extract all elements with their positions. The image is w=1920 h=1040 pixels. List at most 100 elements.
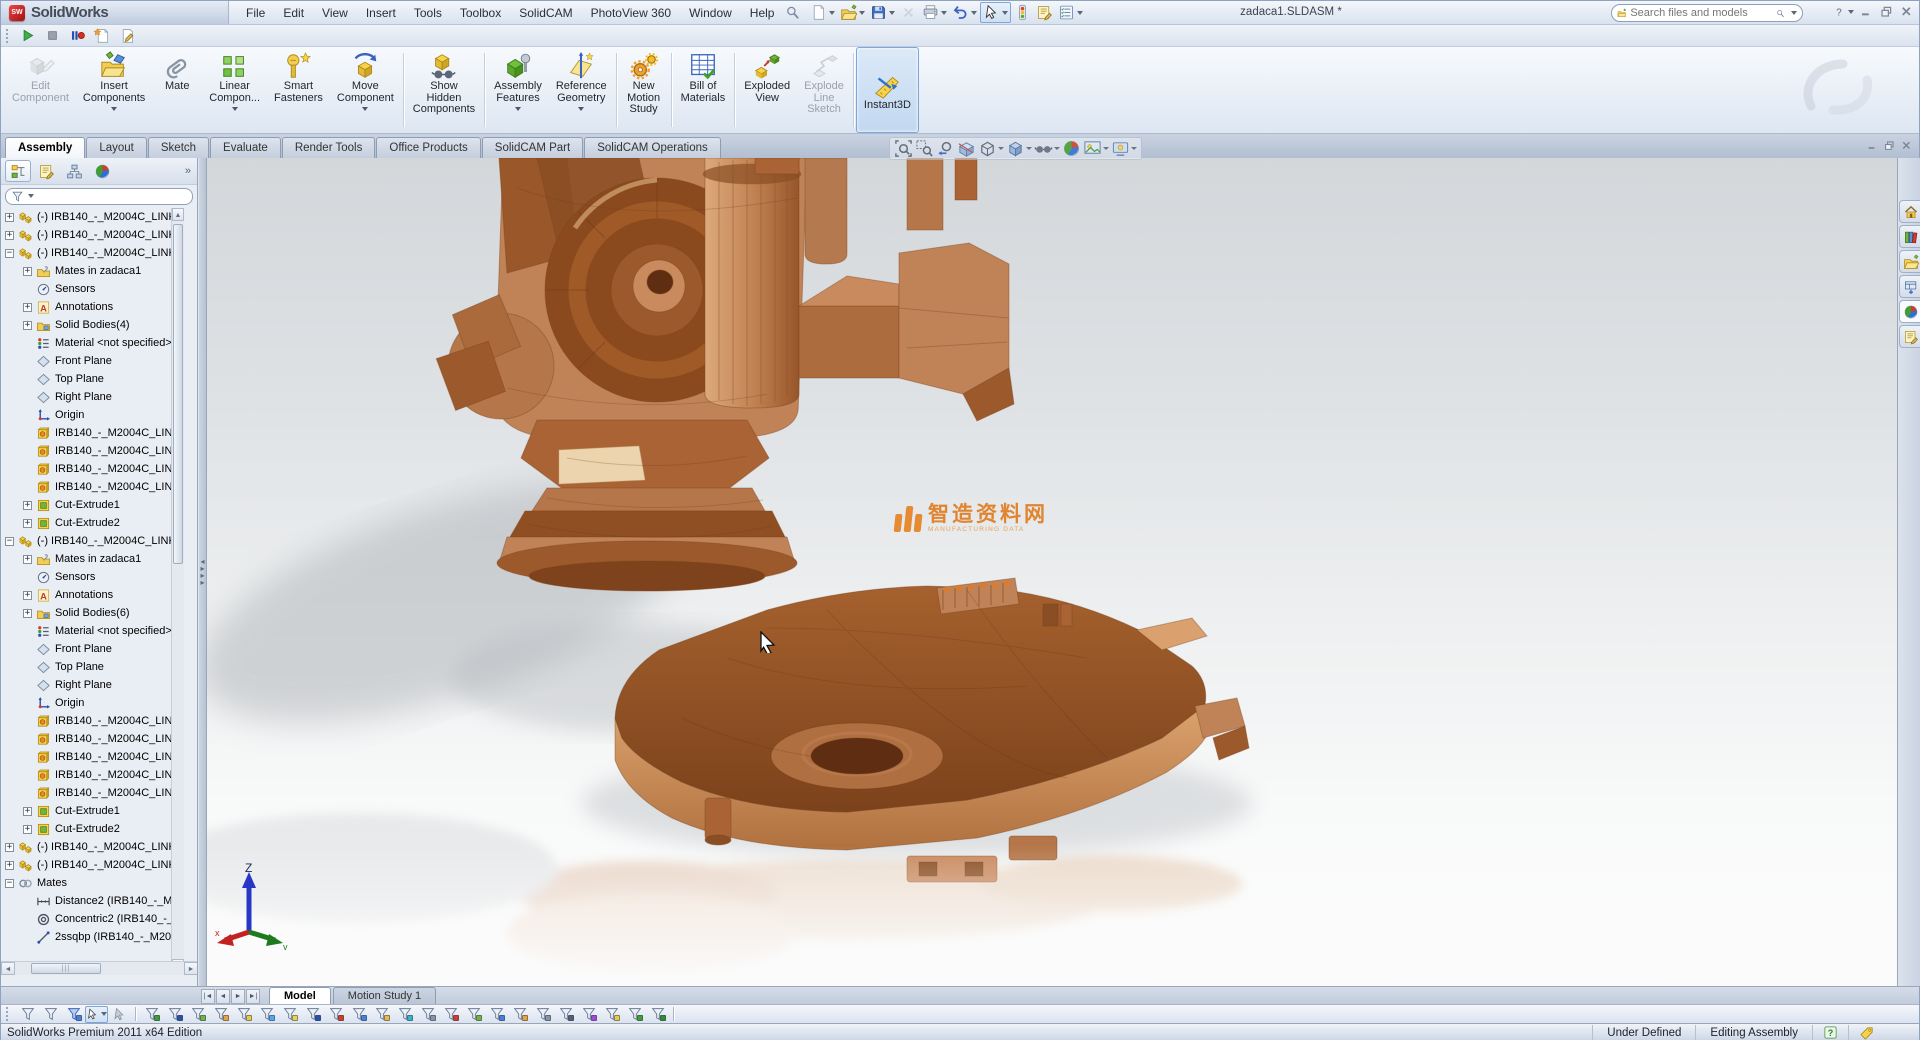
tree-item[interactable]: +Annotations bbox=[1, 298, 185, 316]
doc-tab-motion-study-1[interactable]: Motion Study 1 bbox=[333, 987, 436, 1004]
tree-item[interactable]: +Cut-Extrude2 bbox=[1, 514, 185, 532]
file-properties-button[interactable] bbox=[1034, 3, 1055, 22]
dropdown-caret[interactable] bbox=[578, 107, 584, 111]
tab-solidcam-part[interactable]: SolidCAM Part bbox=[482, 137, 583, 158]
collapse-icon[interactable]: − bbox=[5, 249, 14, 258]
run-macro-button[interactable] bbox=[16, 26, 39, 46]
expand-icon[interactable]: + bbox=[23, 267, 32, 276]
dropdown-caret[interactable] bbox=[889, 11, 895, 15]
file-explorer-tab[interactable] bbox=[1899, 250, 1920, 273]
menu-photoview-360[interactable]: PhotoView 360 bbox=[582, 2, 681, 24]
toolbar-grip[interactable] bbox=[6, 29, 11, 43]
child-minimize-icon[interactable] bbox=[1866, 137, 1879, 155]
tree-item[interactable]: +Material <not specified> bbox=[1, 622, 185, 640]
menu-solidcam[interactable]: SolidCAM bbox=[510, 2, 581, 24]
tree-horizontal-scrollbar[interactable]: ◄ ||| ► bbox=[1, 961, 198, 975]
menu-view[interactable]: View bbox=[313, 2, 357, 24]
solidworks-resources-tab[interactable] bbox=[1899, 200, 1920, 223]
filter-sketch-segments-button[interactable] bbox=[347, 1006, 370, 1023]
smart-fasteners-button[interactable]: SmartFasteners bbox=[267, 47, 330, 133]
insert-components-button[interactable]: InsertComponents bbox=[76, 47, 152, 133]
child-close-icon[interactable] bbox=[1900, 137, 1913, 155]
filter-connection-points-button[interactable] bbox=[623, 1006, 646, 1023]
featuremanager-tab-button[interactable] bbox=[5, 160, 31, 182]
tree-item[interactable]: +Right Plane bbox=[1, 388, 185, 406]
dropdown-caret[interactable] bbox=[829, 11, 835, 15]
filter-edges-button[interactable] bbox=[163, 1006, 186, 1023]
dropdown-caret[interactable] bbox=[1103, 147, 1109, 150]
filter-midpoints-button[interactable] bbox=[370, 1006, 393, 1023]
tab-sketch[interactable]: Sketch bbox=[148, 137, 209, 158]
open-button[interactable] bbox=[838, 3, 867, 22]
tree-item[interactable]: +Origin bbox=[1, 406, 185, 424]
dropdown-caret[interactable] bbox=[1054, 147, 1060, 150]
filter-weld-symbols-button[interactable] bbox=[531, 1006, 554, 1023]
menu-file[interactable]: File bbox=[237, 2, 274, 24]
view-orientation-button[interactable] bbox=[978, 139, 1004, 158]
expand-icon[interactable]: + bbox=[23, 807, 32, 816]
child-restore-icon[interactable] bbox=[1883, 137, 1896, 155]
tree-item[interactable]: +(-) IRB140_-_M2004C_LINK5 bbox=[1, 838, 185, 856]
filter-routing-points-button[interactable] bbox=[646, 1006, 669, 1023]
filter-balloons-button[interactable] bbox=[508, 1006, 531, 1023]
expand-icon[interactable]: + bbox=[23, 501, 32, 510]
last-tab-icon[interactable]: ►| bbox=[246, 989, 260, 1004]
filter-planes-button[interactable] bbox=[278, 1006, 301, 1023]
filter-toggle-button[interactable] bbox=[16, 1006, 39, 1023]
dropdown-caret[interactable] bbox=[998, 147, 1004, 150]
hide-show-items-button[interactable] bbox=[1034, 139, 1060, 158]
instant3d-button[interactable]: Instant3D bbox=[856, 47, 919, 133]
stop-macro-button[interactable] bbox=[41, 26, 64, 46]
filter-datums-button[interactable] bbox=[577, 1006, 600, 1023]
view-settings-button[interactable] bbox=[1111, 139, 1137, 158]
restore-button[interactable] bbox=[1878, 3, 1895, 20]
collapse-icon[interactable]: − bbox=[5, 879, 14, 888]
tree-item[interactable]: +Front Plane bbox=[1, 352, 185, 370]
exploded-view-button[interactable]: ExplodedView bbox=[737, 47, 797, 133]
expand-icon[interactable]: + bbox=[23, 825, 32, 834]
filter-notes-button[interactable] bbox=[485, 1006, 508, 1023]
filter-centerlines-button[interactable] bbox=[416, 1006, 439, 1023]
tree-item[interactable]: +Sensors bbox=[1, 280, 185, 298]
options-button[interactable] bbox=[1056, 3, 1085, 22]
scroll-left-icon[interactable]: ◄ bbox=[1, 962, 15, 975]
collapse-icon[interactable]: − bbox=[5, 537, 14, 546]
expand-icon[interactable]: + bbox=[23, 609, 32, 618]
tree-item[interactable]: −(-) IRB140_-_M2004C_LINK3 bbox=[1, 244, 185, 262]
tree-item[interactable]: +IRB140_-_M2004C_LINK bbox=[1, 442, 185, 460]
apply-scene-button[interactable] bbox=[1083, 139, 1109, 158]
menu-window[interactable]: Window bbox=[680, 2, 741, 24]
close-button[interactable] bbox=[1898, 3, 1915, 20]
configurationmanager-tab-button[interactable] bbox=[61, 160, 87, 182]
dropdown-caret[interactable] bbox=[362, 107, 368, 111]
chevron-double-right-icon[interactable]: » bbox=[185, 165, 195, 177]
expand-icon[interactable]: + bbox=[23, 555, 32, 564]
tree-item[interactable]: +IRB140_-_M2004C_LINK bbox=[1, 766, 185, 784]
tree-item[interactable]: +IRB140_-_M2004C_LINK bbox=[1, 784, 185, 802]
doc-tab-model[interactable]: Model bbox=[269, 987, 331, 1004]
explode-line-sketch-button[interactable]: ExplodeLineSketch bbox=[797, 47, 851, 133]
tree-item[interactable]: +Mates in zadaca1 bbox=[1, 262, 185, 280]
menu-search-icon[interactable] bbox=[785, 4, 800, 22]
tree-item[interactable]: +Sensors bbox=[1, 568, 185, 586]
undo-button[interactable] bbox=[950, 3, 979, 22]
dropdown-caret[interactable] bbox=[971, 11, 977, 15]
filter-solid-bodies-button[interactable] bbox=[232, 1006, 255, 1023]
tree-item[interactable]: +Solid Bodies(6) bbox=[1, 604, 185, 622]
move-component-button[interactable]: MoveComponent bbox=[330, 47, 401, 133]
tree-filter-input[interactable] bbox=[5, 188, 193, 205]
tree-item[interactable]: +Top Plane bbox=[1, 370, 185, 388]
view-palette-tab[interactable] bbox=[1899, 275, 1920, 298]
tab-render-tools[interactable]: Render Tools bbox=[282, 137, 376, 158]
tree-item[interactable]: +IRB140_-_M2004C_LINK bbox=[1, 712, 185, 730]
filter-dropdown-caret[interactable] bbox=[28, 194, 34, 198]
tree-item[interactable]: +IRB140_-_M2004C_LINK bbox=[1, 478, 185, 496]
tree-item[interactable]: +2ssqbp (IRB140_-_M200 bbox=[1, 928, 185, 946]
dropdown-caret[interactable] bbox=[859, 11, 865, 15]
tree-item[interactable]: +Solid Bodies(4) bbox=[1, 316, 185, 334]
next-tab-icon[interactable]: ► bbox=[231, 989, 245, 1004]
edit-appearance-button[interactable] bbox=[1062, 139, 1081, 158]
section-view-button[interactable] bbox=[957, 139, 976, 158]
scrollbar-thumb[interactable] bbox=[173, 224, 183, 564]
displaymanager-tab-button[interactable] bbox=[89, 160, 115, 182]
